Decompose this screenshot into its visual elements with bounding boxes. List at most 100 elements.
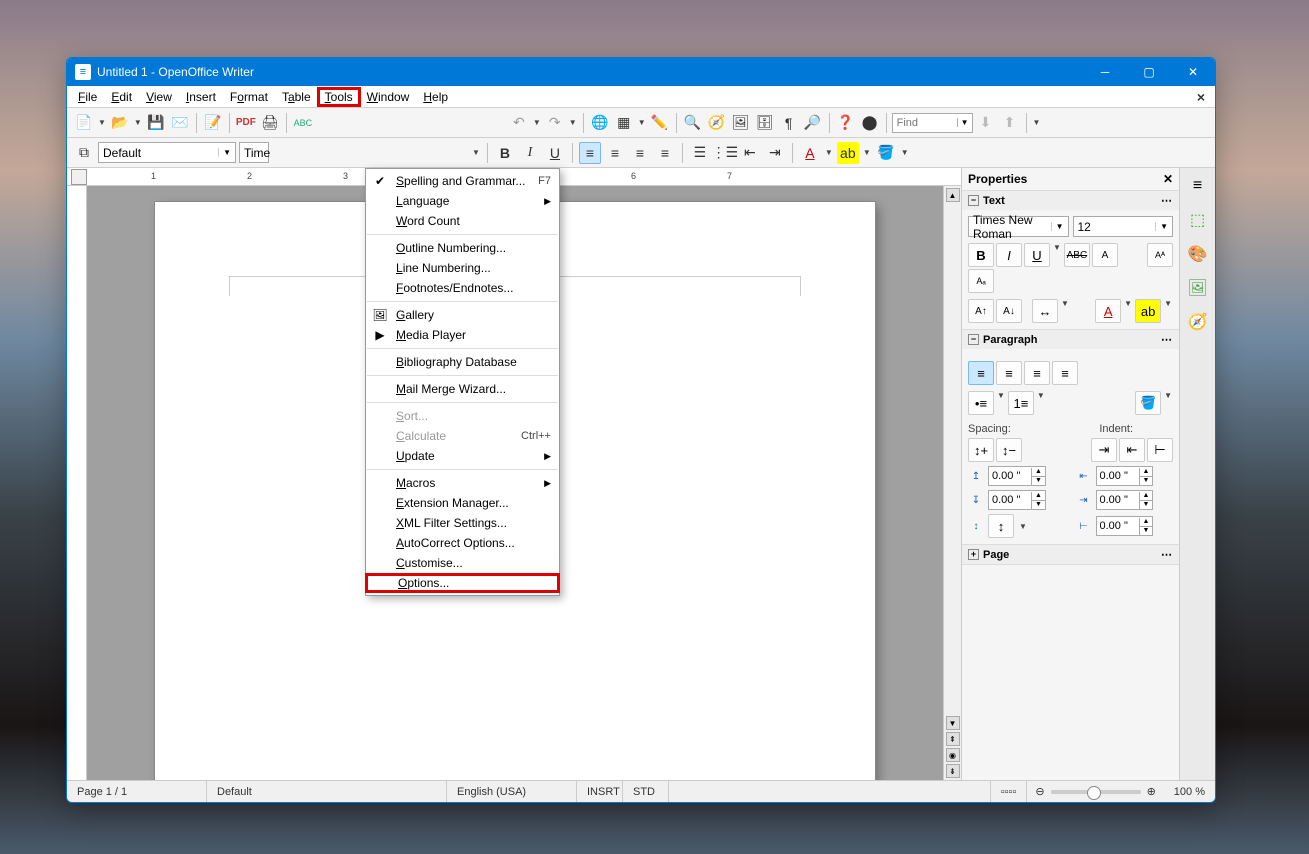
- open-icon[interactable]: 📂: [109, 112, 131, 134]
- dec-indent-icon[interactable]: ⇤: [1119, 438, 1145, 462]
- status-insert[interactable]: INSRT: [577, 781, 623, 802]
- menu-format[interactable]: Format: [223, 88, 275, 106]
- pdf-export-icon[interactable]: PDF: [235, 112, 257, 134]
- tools-menu-spelling-and-grammar[interactable]: ✔Spelling and Grammar...F7: [366, 171, 559, 191]
- zoom-control[interactable]: ⊖ ⊕: [1027, 781, 1163, 802]
- align-center-icon[interactable]: ≡: [604, 142, 626, 164]
- para-align-right-icon[interactable]: ≡: [1024, 361, 1050, 385]
- close-button[interactable]: ✕: [1171, 58, 1215, 86]
- inc-spacing-icon[interactable]: ↕+: [968, 438, 994, 462]
- tools-menu-footnotes-endnotes[interactable]: Footnotes/Endnotes...: [366, 278, 559, 298]
- tools-menu-line-numbering[interactable]: Line Numbering...: [366, 258, 559, 278]
- indent-left-input[interactable]: ▲▼: [1096, 466, 1154, 486]
- tools-menu-mail-merge-wizard[interactable]: Mail Merge Wizard...: [366, 379, 559, 399]
- sidebar-super-icon[interactable]: Aᴬ: [1147, 243, 1173, 267]
- para-numbers-icon[interactable]: 1≡: [1008, 391, 1034, 415]
- sidebar-italic-icon[interactable]: I: [996, 243, 1022, 267]
- sidebar-fontsize-combo[interactable]: 12▼: [1073, 216, 1174, 237]
- status-view-icons[interactable]: ▫▫▫▫: [991, 781, 1028, 802]
- paragraph-more-icon[interactable]: ⋯: [1161, 333, 1173, 346]
- menu-view[interactable]: View: [139, 88, 179, 106]
- sidebar-fontcolor-icon[interactable]: A: [1095, 299, 1121, 323]
- new-doc-icon[interactable]: 📄: [73, 112, 95, 134]
- gallery-icon[interactable]: 🖼: [730, 112, 752, 134]
- menu-table[interactable]: Table: [275, 88, 318, 106]
- page-up-icon[interactable]: ⇞: [946, 732, 960, 746]
- sidebar-spacing-icon[interactable]: ↔: [1032, 299, 1058, 323]
- align-left-icon[interactable]: ≡: [579, 142, 601, 164]
- space-above-input[interactable]: ▲▼: [988, 466, 1046, 486]
- tools-menu-media-player[interactable]: ▶Media Player: [366, 325, 559, 345]
- vertical-ruler[interactable]: [67, 186, 87, 780]
- sidebar-shrink-icon[interactable]: A↓: [996, 299, 1022, 323]
- status-lang[interactable]: English (USA): [447, 781, 577, 802]
- align-right-icon[interactable]: ≡: [629, 142, 651, 164]
- page-section-header[interactable]: + Page ⋯: [962, 545, 1179, 564]
- increase-indent-icon[interactable]: ⇥: [764, 142, 786, 164]
- zoom-in-icon[interactable]: ⊕: [1147, 785, 1156, 798]
- print-icon[interactable]: 🖨: [259, 112, 281, 134]
- maximize-button[interactable]: ▢: [1127, 58, 1171, 86]
- status-style[interactable]: Default: [207, 781, 447, 802]
- styles-tab-icon[interactable]: 🎨: [1186, 242, 1210, 266]
- sidebar-menu-icon[interactable]: ≡: [1186, 174, 1210, 198]
- zoom-slider[interactable]: [1051, 790, 1141, 794]
- para-bullets-icon[interactable]: •≡: [968, 391, 994, 415]
- para-align-justify-icon[interactable]: ≡: [1052, 361, 1078, 385]
- tools-menu-macros[interactable]: Macros▶: [366, 473, 559, 493]
- para-bgcolor-icon[interactable]: 🪣: [1135, 391, 1161, 415]
- minimize-button[interactable]: ─: [1083, 58, 1127, 86]
- decrease-indent-icon[interactable]: ⇤: [739, 142, 761, 164]
- find-dropdown-icon[interactable]: ▼: [957, 118, 972, 127]
- tools-menu-bibliography-database[interactable]: Bibliography Database: [366, 352, 559, 372]
- nav-icon[interactable]: ◉: [946, 748, 960, 762]
- navigator-icon[interactable]: 🧭: [706, 112, 728, 134]
- highlight-icon[interactable]: ab: [837, 142, 859, 164]
- sidebar-font-combo[interactable]: Times New Roman▼: [968, 216, 1069, 237]
- sidebar-bold-icon[interactable]: B: [968, 243, 994, 267]
- table-insert-icon[interactable]: ▦: [613, 112, 635, 134]
- menu-file[interactable]: File: [71, 88, 104, 106]
- status-std[interactable]: STD: [623, 781, 669, 802]
- vertical-scrollbar[interactable]: ▲ ▼ ⇞ ◉ ⇟: [943, 186, 961, 780]
- line-spacing-btn[interactable]: ↕: [988, 514, 1014, 538]
- tools-menu-extension-manager[interactable]: Extension Manager...: [366, 493, 559, 513]
- draw-icon[interactable]: ✏️: [649, 112, 671, 134]
- tools-menu-outline-numbering[interactable]: Outline Numbering...: [366, 238, 559, 258]
- inc-indent-icon[interactable]: ⇥: [1091, 438, 1117, 462]
- menu-window[interactable]: Window: [360, 88, 417, 106]
- nonprinting-icon[interactable]: ¶: [778, 112, 800, 134]
- find-replace-icon[interactable]: 🔍: [682, 112, 704, 134]
- sidebar-sub-icon[interactable]: Aₐ: [968, 269, 994, 293]
- find-box[interactable]: ▼: [892, 113, 973, 133]
- tools-menu-customise[interactable]: Customise...: [366, 553, 559, 573]
- para-align-left-icon[interactable]: ≡: [968, 361, 994, 385]
- page-down-icon[interactable]: ⇟: [946, 764, 960, 778]
- help-icon[interactable]: ❓: [835, 112, 857, 134]
- tools-menu-options[interactable]: Options...: [365, 573, 560, 593]
- align-justify-icon[interactable]: ≡: [654, 142, 676, 164]
- numbered-list-icon[interactable]: ☰: [689, 142, 711, 164]
- indent-right-input[interactable]: ▲▼: [1096, 490, 1154, 510]
- tools-menu-word-count[interactable]: Word Count: [366, 211, 559, 231]
- properties-tab-icon[interactable]: ⬚: [1186, 208, 1210, 232]
- zoom-out-icon[interactable]: ⊖: [1035, 785, 1044, 798]
- navigator-tab-icon[interactable]: 🧭: [1186, 310, 1210, 334]
- close-panel-icon[interactable]: ✕: [1163, 172, 1173, 186]
- font-name-combo-partial[interactable]: Time: [239, 142, 269, 163]
- sidebar-shadow-icon[interactable]: A: [1092, 243, 1118, 267]
- text-section-header[interactable]: − Text ⋯: [962, 191, 1179, 210]
- text-more-icon[interactable]: ⋯: [1161, 194, 1173, 207]
- tools-menu-autocorrect-options[interactable]: AutoCorrect Options...: [366, 533, 559, 553]
- menu-tools[interactable]: Tools: [318, 88, 360, 106]
- whatsthis-icon[interactable]: ⬤: [859, 112, 881, 134]
- hanging-indent-icon[interactable]: ⊢: [1147, 438, 1173, 462]
- sidebar-underline-icon[interactable]: U: [1024, 243, 1050, 267]
- bullet-list-icon[interactable]: ⋮☰: [714, 142, 736, 164]
- find-input[interactable]: [893, 117, 957, 129]
- scroll-down-icon[interactable]: ▼: [946, 716, 960, 730]
- sidebar-highlight-icon[interactable]: ab: [1135, 299, 1161, 323]
- zoom-value[interactable]: 100 %: [1164, 781, 1215, 802]
- tools-menu-xml-filter-settings[interactable]: XML Filter Settings...: [366, 513, 559, 533]
- menu-help[interactable]: Help: [416, 88, 455, 106]
